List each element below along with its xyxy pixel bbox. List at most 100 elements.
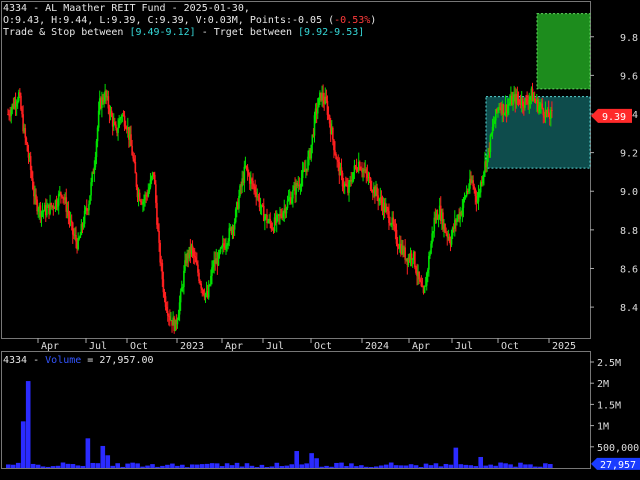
volume-bar <box>473 466 479 468</box>
candle-body <box>490 133 493 136</box>
volume-bar <box>145 465 150 468</box>
volume-bar <box>548 464 553 468</box>
candle-body <box>509 102 511 105</box>
candle-body <box>110 110 113 117</box>
volume-bar <box>105 455 111 468</box>
volume-bar <box>194 464 200 468</box>
candle-body <box>197 264 199 273</box>
volume-bar <box>15 462 21 468</box>
volume-bar <box>443 463 449 468</box>
candle-body <box>29 156 32 171</box>
volume-bar <box>185 467 190 468</box>
candle-body <box>365 169 368 174</box>
candle-body <box>60 192 62 196</box>
y-tick-label: 9.0 <box>620 187 638 198</box>
candle-body <box>68 215 71 221</box>
price-chart[interactable]: 9.89.69.49.29.08.88.68.49.39AprJulOct202… <box>0 0 640 480</box>
candle-body <box>497 108 499 112</box>
candle-body <box>25 137 28 143</box>
candle-body <box>153 174 156 185</box>
candle-body <box>234 209 237 223</box>
candle-body <box>506 105 509 114</box>
candle-body <box>286 200 289 209</box>
candle-body <box>482 176 484 184</box>
candle-body <box>427 269 429 274</box>
candle-body <box>456 218 458 223</box>
volume-separator: - <box>27 355 46 366</box>
candle-body <box>472 180 474 187</box>
candle-body <box>135 173 138 187</box>
volume-bar <box>100 445 106 468</box>
candle-body <box>541 103 544 109</box>
candle-body <box>502 103 505 115</box>
volume-bar <box>209 463 215 468</box>
volume-bar <box>25 381 31 468</box>
volume-bar <box>229 465 235 468</box>
candle-body <box>411 258 414 260</box>
candle-body <box>404 247 406 260</box>
candle-body <box>392 217 395 225</box>
y-tick-label: 8.6 <box>620 264 638 275</box>
candle-body <box>142 202 144 205</box>
candle-body <box>444 223 446 233</box>
candle-body <box>145 194 147 196</box>
volume-bar <box>383 464 389 468</box>
volume-bar <box>488 464 493 468</box>
candle-body <box>192 250 195 257</box>
x-tick-label: 2025 <box>552 341 576 352</box>
candle-body <box>89 195 91 205</box>
candle-body <box>395 229 398 244</box>
volume-bar <box>398 465 404 468</box>
candle-body <box>131 145 133 156</box>
candle-body <box>62 196 64 198</box>
candle-body <box>228 228 231 242</box>
candle-body <box>8 114 10 116</box>
candle-body <box>310 144 313 159</box>
candle-body <box>134 162 137 174</box>
volume-label: Volume <box>45 355 82 366</box>
candle-body <box>428 256 430 270</box>
volume-bar <box>518 462 523 468</box>
candle-body <box>36 199 38 212</box>
candle-body <box>158 231 160 243</box>
candle-body <box>550 109 552 120</box>
volume-bar <box>304 463 309 468</box>
candle-body <box>380 197 383 204</box>
candle-body <box>275 214 278 223</box>
candle-body <box>130 134 132 146</box>
candle-body <box>251 178 253 181</box>
volume-bar <box>30 463 36 468</box>
candle-body <box>46 207 48 216</box>
candle-body <box>258 197 261 208</box>
volume-bar <box>180 464 185 468</box>
volume-bar <box>165 464 170 468</box>
candle-body <box>430 243 432 254</box>
candle-body <box>311 134 314 145</box>
candle-body <box>85 208 88 210</box>
volume-symbol: 4334 <box>3 355 28 366</box>
candle-body <box>70 220 73 223</box>
candle-body <box>298 184 301 187</box>
candle-body <box>512 97 514 106</box>
candle-body <box>257 196 260 198</box>
candle-body <box>524 98 526 108</box>
candle-body <box>179 291 182 303</box>
candle-body <box>177 314 180 320</box>
candle-body <box>387 208 389 212</box>
candle-body <box>124 126 127 129</box>
candle-body <box>451 227 454 236</box>
volume-bar <box>170 463 175 468</box>
candle-body <box>300 178 303 187</box>
candle-body <box>479 182 482 193</box>
candle-body <box>526 98 528 103</box>
candle-body <box>204 293 207 298</box>
candle-body <box>410 253 413 260</box>
candle-body <box>61 195 63 197</box>
volume-bar <box>528 464 533 468</box>
candle-body <box>521 98 524 107</box>
candle-body <box>267 221 269 224</box>
candle-body <box>352 172 355 181</box>
candle-body <box>90 182 92 196</box>
volume-bar <box>314 458 319 468</box>
candle-body <box>52 205 55 209</box>
